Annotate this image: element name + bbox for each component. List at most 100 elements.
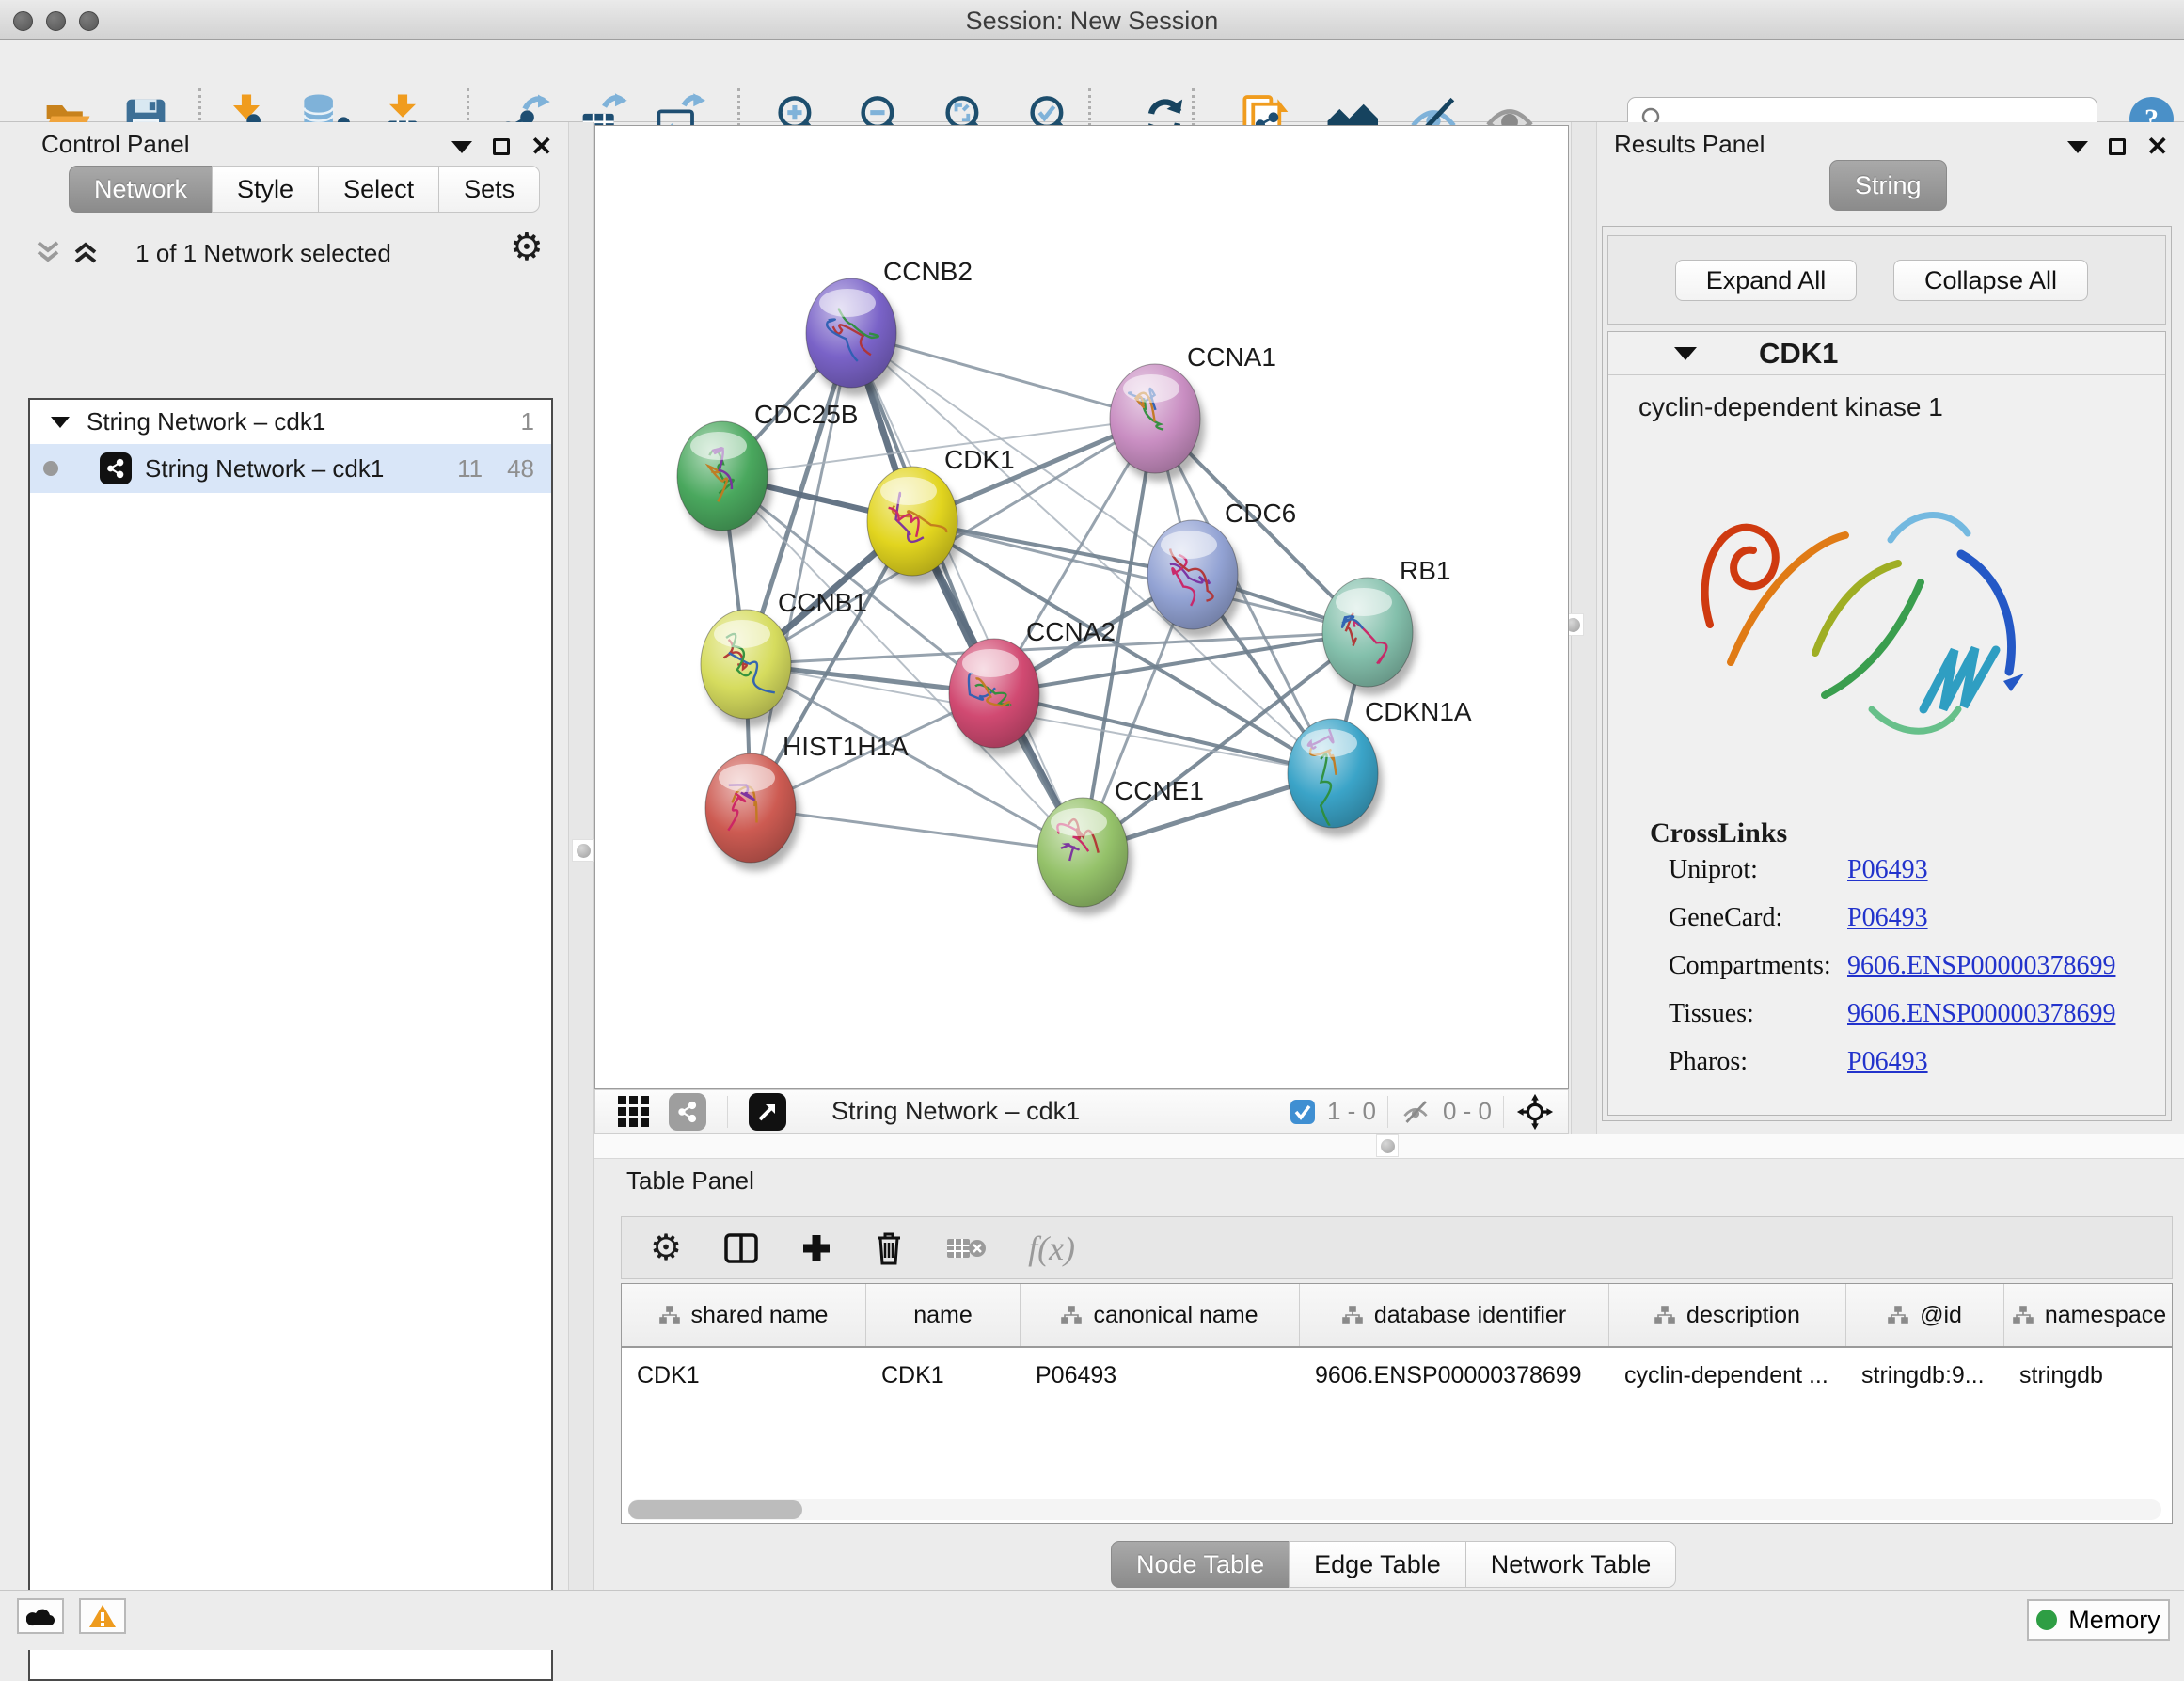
node-label: CCNB2 — [883, 257, 973, 286]
tab-edge-table[interactable]: Edge Table — [1289, 1541, 1466, 1588]
crosslink-link[interactable]: 9606.ENSP00000378699 — [1847, 999, 2115, 1029]
tab-sets[interactable]: Sets — [438, 166, 540, 213]
network-graph: CCNB2 CCNA1 CDC25B CDK1 CDC6 RB1 CCNB1 CCNA2 CDK… — [595, 126, 1568, 1088]
node-label: CDK1 — [944, 445, 1015, 474]
network-node-CCNA1[interactable]: CCNA1 — [1110, 342, 1276, 482]
column-header-name[interactable]: name — [866, 1284, 1021, 1346]
network-node-HIST1H1A[interactable]: HIST1H1A — [705, 732, 909, 871]
tab-node-table[interactable]: Node Table — [1111, 1541, 1290, 1588]
collapse-card-icon[interactable] — [1674, 347, 1697, 360]
table-cell: CDK1 — [622, 1348, 866, 1403]
table-type-tabs: Node TableEdge TableNetwork Table — [1111, 1541, 1676, 1588]
float-panel-icon[interactable] — [2109, 138, 2126, 155]
control-panel: Control Panel ✕ NetworkStyleSelectSets 1… — [0, 122, 568, 1590]
selected-counts: 1 - 0 — [1327, 1097, 1376, 1126]
expand-all-button[interactable]: Expand All — [1675, 260, 1857, 301]
tab-network[interactable]: Network — [69, 166, 213, 213]
column-header--id[interactable]: @id — [1846, 1284, 2004, 1346]
protein-structure-image — [1665, 422, 2069, 799]
network-tree: String Network – cdk1 1 String Network –… — [28, 398, 553, 1681]
birds-eye-view-icon[interactable] — [749, 1093, 786, 1131]
network-options-gear-icon[interactable]: ⚙ — [510, 229, 544, 266]
table-row[interactable]: CDK1CDK1P064939606.ENSP00000378699cyclin… — [622, 1348, 2172, 1403]
network-node-CDKN1A[interactable]: CDKN1A — [1288, 697, 1472, 836]
tab-select[interactable]: Select — [318, 166, 439, 213]
edge-count: 48 — [507, 454, 534, 484]
protein-result-card: CDK1 cyclin-dependent kinase 1 CrossLink… — [1607, 331, 2166, 1116]
expand-all-icon[interactable] — [70, 237, 102, 267]
delete-column-icon[interactable] — [874, 1230, 904, 1266]
panel-menu-icon[interactable] — [2067, 141, 2088, 153]
cloud-status-button[interactable] — [17, 1598, 64, 1634]
network-collection-row[interactable]: String Network – cdk1 1 — [30, 400, 551, 444]
network-node-CCNE1[interactable]: CCNE1 — [1037, 776, 1204, 915]
table-panel-title: Table Panel — [626, 1166, 754, 1196]
table-options-gear-icon[interactable]: ⚙ — [650, 1230, 682, 1266]
create-column-icon[interactable] — [800, 1232, 832, 1264]
close-panel-icon[interactable]: ✕ — [2146, 134, 2168, 160]
table-panel-toolbar: ⚙ f(x) — [621, 1216, 2173, 1279]
table-cell: cyclin-dependent ... — [1609, 1348, 1846, 1403]
float-panel-icon[interactable] — [493, 138, 510, 155]
node-label: RB1 — [1400, 556, 1450, 585]
column-header-shared-name[interactable]: shared name — [622, 1284, 866, 1346]
column-header-canonical-name[interactable]: canonical name — [1021, 1284, 1300, 1346]
show-columns-icon[interactable] — [723, 1232, 759, 1264]
results-panel-title: Results Panel — [1614, 130, 1765, 159]
panel-menu-icon[interactable] — [451, 141, 472, 153]
column-header-description[interactable]: description — [1609, 1284, 1846, 1346]
memory-status-dot — [2036, 1610, 2057, 1630]
network-node-CDC6[interactable]: CDC6 — [1147, 499, 1296, 638]
fit-content-crosshair-icon[interactable] — [1515, 1092, 1555, 1132]
network-view-toolbar: String Network – cdk1 1 - 0 0 - 0 — [594, 1089, 1569, 1134]
network-view-icon[interactable] — [669, 1093, 706, 1131]
crosslink-link[interactable]: P06493 — [1847, 903, 1928, 933]
crosslink-row: Uniprot:P06493 — [1669, 855, 2148, 903]
node-label: CDC25B — [754, 400, 858, 429]
collapse-all-button[interactable]: Collapse All — [1893, 260, 2088, 301]
network-node-RB1[interactable]: RB1 — [1322, 556, 1450, 695]
node-table: shared namenamecanonical namedatabase id… — [621, 1283, 2173, 1524]
node-count: 11 — [457, 454, 483, 484]
collapse-all-icon[interactable] — [32, 237, 64, 267]
protein-card-header[interactable]: CDK1 — [1608, 332, 2165, 375]
warning-icon — [88, 1604, 117, 1628]
table-splitter-knob[interactable] — [1376, 1134, 1399, 1157]
crosslink-link[interactable]: 9606.ENSP00000378699 — [1847, 951, 2115, 981]
scrollbar-thumb[interactable] — [628, 1500, 802, 1519]
selected-checkbox-icon[interactable] — [1290, 1099, 1316, 1125]
tab-style[interactable]: Style — [212, 166, 319, 213]
warnings-button[interactable] — [79, 1598, 126, 1634]
cloud-icon — [26, 1606, 55, 1626]
crosslink-label: Tissues: — [1669, 999, 1847, 1029]
node-label: CCNB1 — [778, 588, 867, 617]
node-label: CCNA1 — [1187, 342, 1276, 372]
control-panel-tabs: NetworkStyleSelectSets — [69, 166, 540, 213]
crosslink-link[interactable]: P06493 — [1847, 855, 1928, 885]
table-header-row: shared namenamecanonical namedatabase id… — [622, 1284, 2172, 1348]
collection-expand-icon[interactable] — [51, 417, 70, 428]
column-header-namespace[interactable]: namespace — [2004, 1284, 2173, 1346]
table-cell: P06493 — [1021, 1348, 1300, 1403]
network-canvas[interactable]: CCNB2 CCNA1 CDC25B CDK1 CDC6 RB1 CCNB1 CCNA2 CDK… — [594, 125, 1569, 1089]
network-node-CCNB2[interactable]: CCNB2 — [806, 257, 973, 396]
left-splitter-knob[interactable] — [572, 839, 594, 862]
column-header-database-identifier[interactable]: database identifier — [1300, 1284, 1609, 1346]
network-row-selected[interactable]: String Network – cdk1 11 48 — [30, 444, 551, 493]
table-h-scrollbar[interactable] — [628, 1499, 2161, 1520]
network-edge — [994, 693, 1333, 773]
network-node-CDC25B[interactable]: CDC25B — [677, 400, 858, 539]
collection-label: String Network – cdk1 — [87, 407, 325, 436]
crosslink-link[interactable]: P06493 — [1847, 1047, 1928, 1077]
tab-network-table[interactable]: Network Table — [1465, 1541, 1677, 1588]
grid-view-icon[interactable] — [616, 1094, 652, 1130]
delete-table-icon[interactable] — [945, 1233, 987, 1263]
hidden-eye-icon — [1400, 1098, 1432, 1126]
memory-button[interactable]: Memory — [2027, 1599, 2170, 1641]
node-label: CCNA2 — [1026, 617, 1116, 646]
network-node-CCNB1[interactable]: CCNB1 — [701, 588, 867, 727]
table-cell: CDK1 — [866, 1348, 1021, 1403]
function-builder-icon[interactable]: f(x) — [1028, 1229, 1075, 1268]
results-tab-string[interactable]: String — [1829, 160, 1947, 211]
close-panel-icon[interactable]: ✕ — [530, 134, 552, 160]
